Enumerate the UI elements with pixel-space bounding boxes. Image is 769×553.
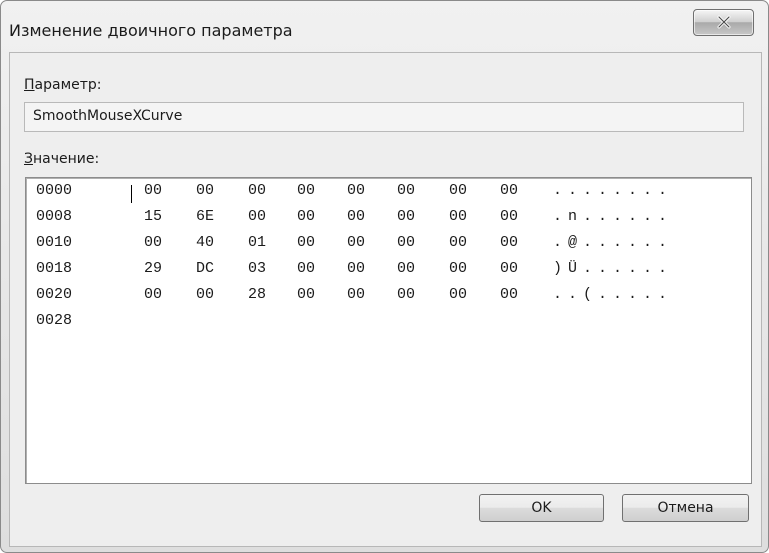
hex-byte[interactable]: 28 (248, 286, 266, 303)
dialog-window: Изменение двоичного параметра Параметр: … (0, 0, 769, 553)
hex-byte[interactable]: 00 (196, 182, 214, 199)
hex-byte[interactable]: 03 (248, 260, 266, 277)
hex-byte[interactable]: 29 (144, 260, 162, 277)
hex-byte[interactable]: 00 (500, 260, 518, 277)
hex-byte[interactable]: 00 (397, 208, 415, 225)
hex-address: 0028 (36, 312, 73, 329)
hex-byte[interactable]: DC (196, 260, 214, 277)
hex-byte[interactable]: 00 (347, 286, 365, 303)
hex-byte[interactable]: 00 (144, 234, 162, 251)
close-button[interactable] (693, 9, 754, 36)
param-name-value: SmoothMouseXCurve (33, 108, 183, 124)
hex-byte[interactable]: 00 (144, 182, 162, 199)
hex-byte[interactable]: 00 (248, 208, 266, 225)
param-label-rest: араметр: (34, 77, 102, 93)
hex-row[interactable]: 0000 00 00 00 00 00 00 00 00........ (26, 178, 751, 204)
hex-byte[interactable]: 00 (144, 286, 162, 303)
hex-byte[interactable]: 00 (347, 234, 365, 251)
close-icon (717, 15, 731, 29)
hex-byte[interactable]: 6E (196, 208, 214, 225)
title-bar[interactable]: Изменение двоичного параметра (1, 1, 768, 51)
hex-byte[interactable]: 01 (248, 234, 266, 251)
value-label-rest: начение: (32, 151, 100, 167)
hex-byte[interactable]: 00 (297, 286, 315, 303)
hex-byte[interactable]: 00 (449, 286, 467, 303)
value-label: Значение: (24, 151, 99, 167)
hex-byte[interactable]: 00 (397, 182, 415, 199)
hex-byte[interactable]: 00 (449, 208, 467, 225)
hex-byte[interactable]: 00 (397, 234, 415, 251)
hex-byte[interactable]: 00 (347, 260, 365, 277)
hex-byte[interactable]: 00 (500, 182, 518, 199)
hex-ascii: ........ (553, 182, 674, 199)
hex-byte[interactable]: 40 (196, 234, 214, 251)
hex-row[interactable]: 0008 15 6E 00 00 00 00 00 00 .n...... (26, 204, 751, 230)
window-title: Изменение двоичного параметра (9, 21, 293, 40)
hex-byte[interactable]: 00 (397, 286, 415, 303)
hex-byte[interactable]: 00 (297, 260, 315, 277)
hex-byte[interactable]: 00 (449, 260, 467, 277)
hex-ascii: .@...... (553, 234, 674, 251)
hex-editor[interactable]: 0000 00 00 00 00 00 00 00 00........ 0008 15 6E 00 00… (25, 177, 752, 484)
hex-address: 0010 (36, 234, 73, 251)
hex-byte[interactable]: 00 (500, 234, 518, 251)
hex-byte[interactable]: 00 (397, 260, 415, 277)
hex-address: 0020 (36, 286, 73, 303)
hex-byte[interactable]: 00 (297, 182, 315, 199)
hex-byte[interactable]: 00 (449, 182, 467, 199)
hex-row[interactable]: 0028 (26, 308, 751, 334)
hex-byte[interactable]: 00 (248, 182, 266, 199)
param-label: Параметр: (24, 77, 102, 93)
hex-byte[interactable]: 00 (500, 208, 518, 225)
hex-byte[interactable]: 00 (196, 286, 214, 303)
hex-row[interactable]: 0020 00 00 28 00 00 00 00 00 ..(..... (26, 282, 751, 308)
hex-ascii: ..(..... (553, 286, 674, 303)
ok-button[interactable]: OK (479, 494, 604, 522)
hex-row[interactable]: 0018 29 DC 03 00 00 00 00 00 )Ü...... (26, 256, 751, 282)
param-label-accel: П (24, 77, 35, 93)
hex-ascii: .n...... (553, 208, 674, 225)
hex-byte[interactable]: 00 (297, 234, 315, 251)
param-name-field[interactable]: SmoothMouseXCurve (24, 102, 744, 132)
hex-byte[interactable]: 00 (297, 208, 315, 225)
hex-address: 0008 (36, 208, 73, 225)
hex-byte[interactable]: 00 (500, 286, 518, 303)
hex-byte[interactable]: 15 (144, 208, 162, 225)
hex-address: 0018 (36, 260, 73, 277)
cancel-button[interactable]: Отмена (622, 494, 749, 522)
hex-byte[interactable]: 00 (347, 208, 365, 225)
hex-row[interactable]: 0010 00 40 01 00 00 00 00 00 .@...... (26, 230, 751, 256)
hex-address: 0000 (36, 182, 73, 199)
hex-byte[interactable]: 00 (347, 182, 365, 199)
hex-byte[interactable]: 00 (449, 234, 467, 251)
value-label-accel: З (24, 151, 33, 167)
hex-ascii: )Ü...... (553, 260, 674, 277)
